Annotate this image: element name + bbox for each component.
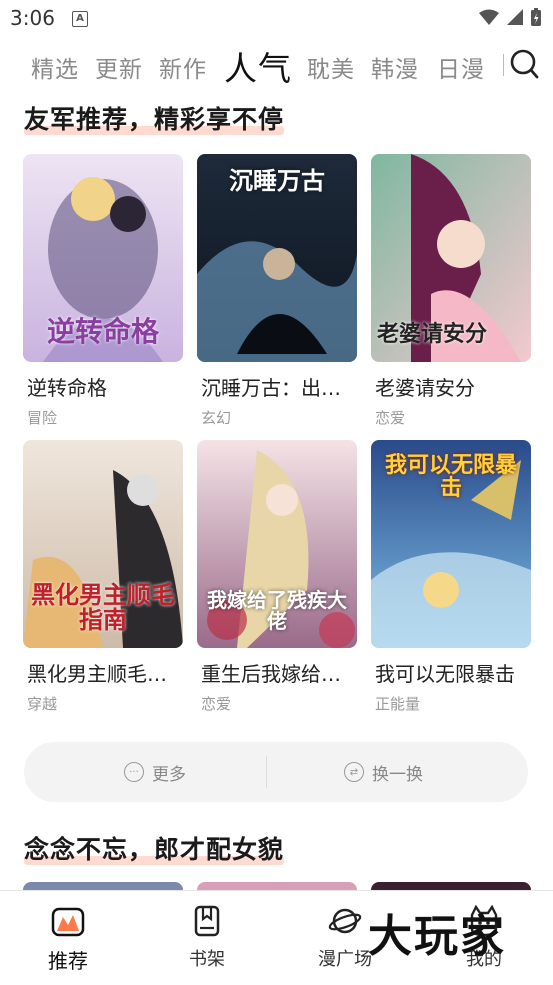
tab-bl[interactable]: 耽美 xyxy=(307,50,355,84)
bookshelf-icon xyxy=(194,905,220,937)
comic-title: 重生后我嫁给了残疾大佬 xyxy=(201,662,359,686)
cover-title-text: 我可以无限暴击 xyxy=(384,452,517,502)
cover-title-text: 我嫁给了残疾大佬 xyxy=(207,588,347,633)
search-icon[interactable] xyxy=(509,48,539,80)
cover-title-text: 老婆请安分 xyxy=(377,320,488,347)
comic-title: 老婆请安分 xyxy=(375,376,475,400)
tab-featured[interactable]: 精选 xyxy=(31,50,79,84)
tab-korean[interactable]: 韩漫 xyxy=(371,50,419,84)
nav-label: 书架 xyxy=(189,949,225,970)
comic-cover: 老婆请安分 xyxy=(371,154,531,362)
comic-card[interactable]: 逆转命格 逆转命格 冒险 xyxy=(23,154,183,428)
status-bar: 3:06 A xyxy=(0,0,553,36)
comic-cover: 我可以无限暴击 xyxy=(371,440,531,648)
comic-genre: 正能量 xyxy=(375,695,421,713)
comic-genre: 恋爱 xyxy=(375,409,406,427)
more-button-label: 更多 xyxy=(152,764,186,785)
comic-cover: 逆转命格 xyxy=(23,154,183,362)
tab-updates[interactable]: 更新 xyxy=(95,50,143,84)
nav-bookshelf[interactable]: 书架 xyxy=(157,905,257,971)
comic-card[interactable]: 老婆请安分 老婆请安分 恋爱 xyxy=(371,154,531,428)
tab-popular[interactable]: 人气 xyxy=(224,42,292,90)
tab-divider xyxy=(503,54,504,76)
cover-title-text: 沉睡万古 xyxy=(229,166,325,195)
tab-new[interactable]: 新作 xyxy=(159,50,207,84)
swap-button[interactable]: ⇄ 换一换 xyxy=(344,742,423,802)
status-icons xyxy=(479,8,541,26)
more-button[interactable]: ··· 更多 xyxy=(124,742,186,802)
nav-label: 推荐 xyxy=(48,949,88,973)
comic-title: 我可以无限暴击 xyxy=(375,662,515,686)
comic-title: 黑化男主顺毛指南 xyxy=(27,662,185,686)
comic-genre: 玄幻 xyxy=(201,409,232,427)
comic-cover: 黑化男主顺毛指南 xyxy=(23,440,183,648)
status-time: 3:06 xyxy=(10,6,55,30)
comic-genre: 穿越 xyxy=(27,695,58,713)
tab-japanese[interactable]: 日漫 xyxy=(437,50,485,84)
swap-button-label: 换一换 xyxy=(372,764,423,785)
cover-title-text: 黑化男主顺毛指南 xyxy=(31,579,175,634)
comic-card[interactable]: 沉睡万古 沉睡万古：出世就是无敌 玄幻 xyxy=(197,154,359,428)
swap-icon: ⇄ xyxy=(344,762,364,782)
section-title-romance: 念念不忘，郎才配女貌 xyxy=(24,830,285,866)
section-title-recommend: 友军推荐，精彩享不停 xyxy=(24,100,285,136)
comic-genre: 恋爱 xyxy=(201,695,232,713)
wifi-icon xyxy=(479,9,499,25)
battery-icon xyxy=(531,8,541,26)
comic-card[interactable]: 我嫁给了残疾大佬 重生后我嫁给了残疾大佬 恋爱 xyxy=(197,440,359,714)
notification-icon: A xyxy=(72,11,88,27)
more-dots-icon: ··· xyxy=(124,762,144,782)
cover-title-text: 逆转命格 xyxy=(46,314,159,348)
planet-icon xyxy=(328,908,362,934)
comic-genre: 冒险 xyxy=(27,409,58,427)
comic-card[interactable]: 我可以无限暴击 我可以无限暴击 正能量 xyxy=(371,440,531,714)
nav-recommend[interactable]: 推荐 xyxy=(18,905,118,974)
signal-icon xyxy=(507,9,523,25)
category-tabs: 精选 更新 新作 人气 耽美 韩漫 日漫 xyxy=(0,40,553,90)
watermark: 大玩家 xyxy=(368,911,506,962)
comic-title: 沉睡万古：出世就是无敌 xyxy=(201,376,359,400)
comic-cover: 沉睡万古 xyxy=(197,154,357,362)
comic-card[interactable]: 黑化男主顺毛指南 黑化男主顺毛指南 穿越 xyxy=(23,440,185,714)
comic-cover: 我嫁给了残疾大佬 xyxy=(197,440,357,648)
comic-title: 逆转命格 xyxy=(27,376,107,400)
recommend-icon xyxy=(51,907,85,937)
action-divider xyxy=(266,756,267,788)
more-swap-bar: ··· 更多 ⇄ 换一换 xyxy=(24,742,528,802)
